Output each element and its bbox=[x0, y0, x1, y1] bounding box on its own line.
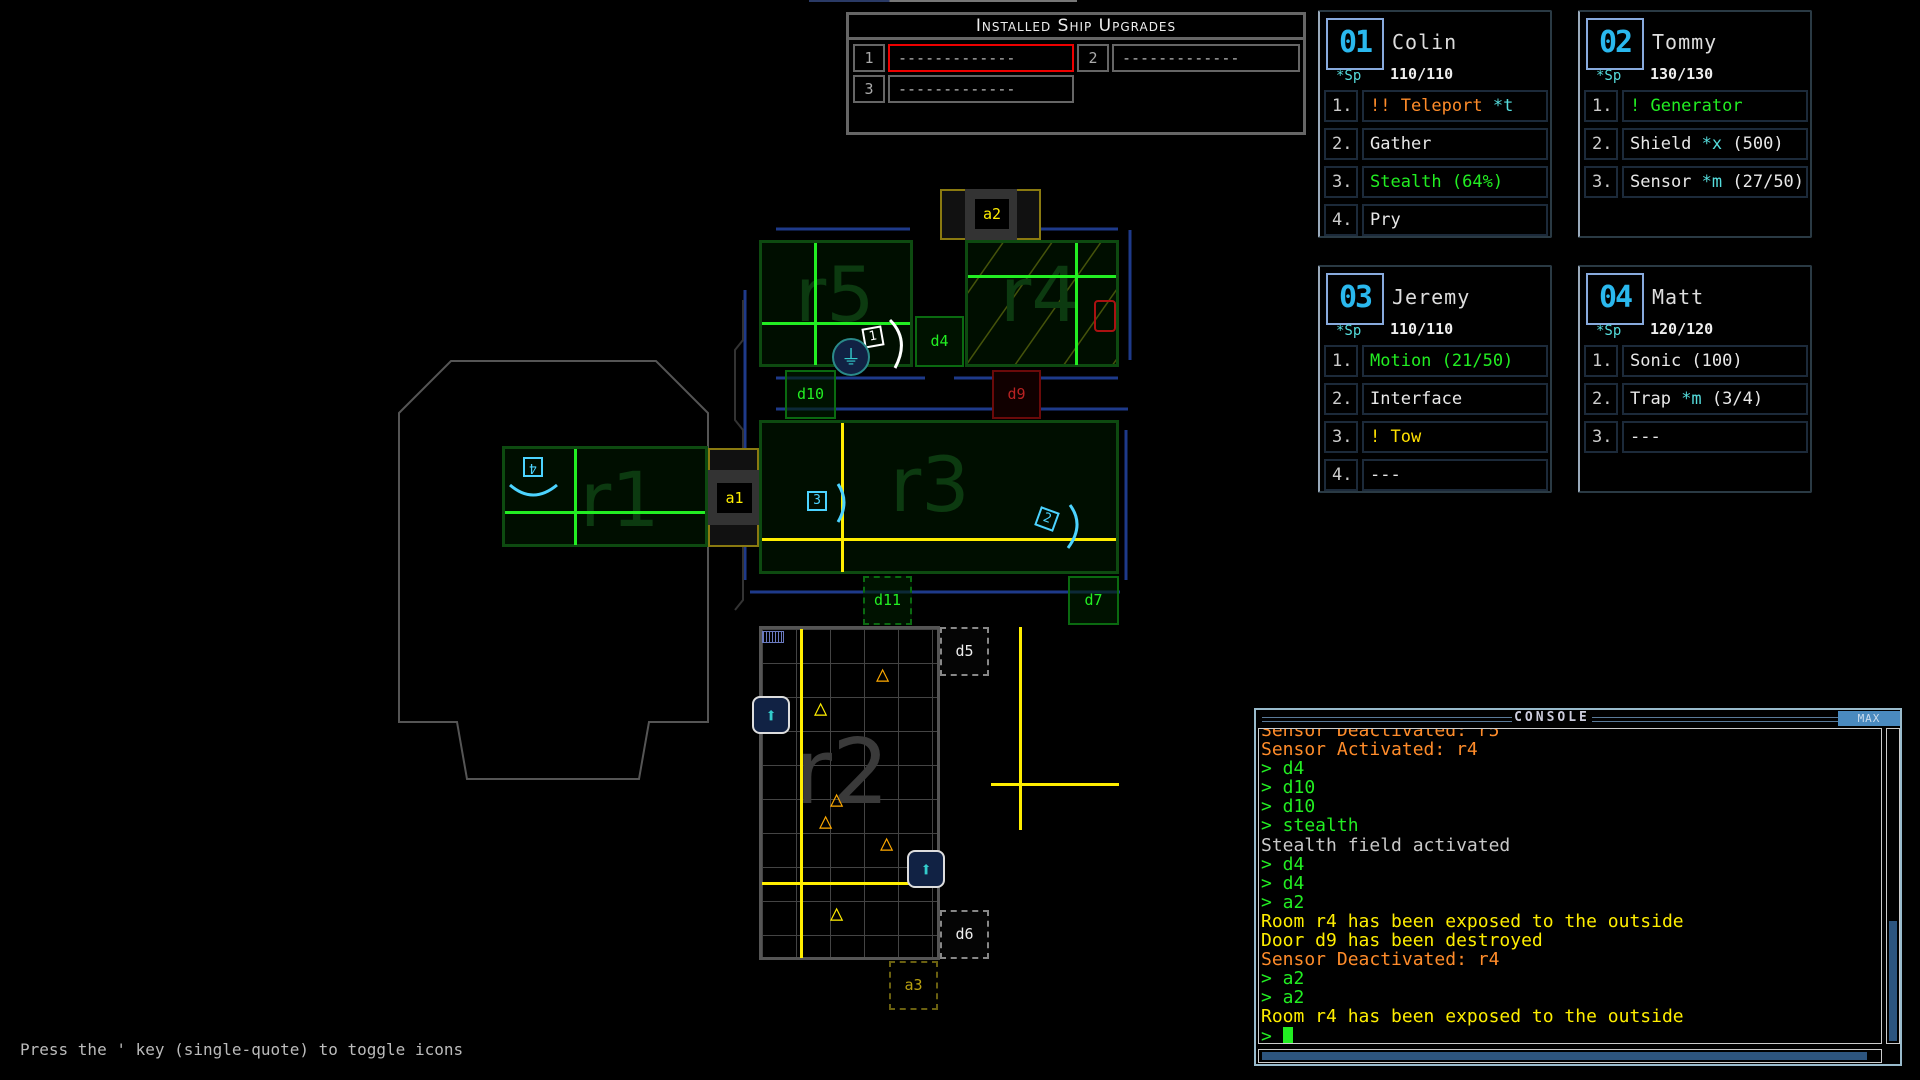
console-prompt[interactable]: > bbox=[1261, 1025, 1879, 1044]
interface-terminal-icon[interactable]: ⬆ bbox=[907, 850, 945, 888]
hazard-triangle-icon: △ bbox=[876, 662, 890, 687]
console-line: > d10 bbox=[1261, 777, 1316, 799]
input-bar-fill bbox=[1262, 1052, 1867, 1060]
generator-plug-icon[interactable]: ⏚ bbox=[832, 338, 870, 376]
hazard-triangle-icon: △ bbox=[819, 809, 833, 834]
enemy-icon[interactable] bbox=[1094, 300, 1116, 332]
console-line: > d4 bbox=[1261, 872, 1305, 894]
console-output: Sensor Deactivated: r5 Sensor Activated: … bbox=[1258, 728, 1882, 1044]
console-input-bar[interactable] bbox=[1258, 1049, 1882, 1063]
hazard-triangle-icon: △ bbox=[880, 831, 894, 856]
console-line: Door d9 has been destroyed bbox=[1261, 930, 1543, 952]
hazard-triangle-icon: △ bbox=[830, 901, 844, 926]
console-line: > a2 bbox=[1261, 968, 1305, 990]
console-panel: CONSOLE MAX Sensor Deactivated: r5 Sensor… bbox=[1254, 708, 1902, 1066]
prompt-symbol: > bbox=[1261, 1025, 1272, 1044]
console-line: Sensor Deactivated: r4 bbox=[1261, 949, 1500, 971]
console-line: Room r4 has been exposed to the outside bbox=[1261, 1006, 1684, 1028]
console-line: > a2 bbox=[1261, 987, 1305, 1009]
console-line: > d4 bbox=[1261, 853, 1305, 875]
hazard-triangle-icon: △ bbox=[830, 787, 844, 812]
interface-terminal-icon[interactable]: ⬆ bbox=[752, 696, 790, 734]
vent-icon bbox=[762, 631, 784, 643]
console-line: > d10 bbox=[1261, 796, 1316, 818]
console-title: CONSOLE bbox=[1262, 710, 1842, 725]
console-line: > a2 bbox=[1261, 891, 1305, 913]
console-line: > d4 bbox=[1261, 758, 1305, 780]
console-line: Sensor Activated: r4 bbox=[1261, 739, 1478, 761]
toggle-icons-hint: Press the ' key (single-quote) to toggle… bbox=[20, 1040, 464, 1059]
console-line: Stealth field activated bbox=[1261, 834, 1511, 856]
console-line: > stealth bbox=[1261, 815, 1359, 837]
text-cursor bbox=[1282, 1026, 1293, 1043]
scrollbar-thumb[interactable] bbox=[1889, 921, 1897, 1041]
console-scrollbar[interactable] bbox=[1886, 728, 1900, 1044]
console-line: Room r4 has been exposed to the outside bbox=[1261, 910, 1684, 932]
maximize-button[interactable]: MAX bbox=[1838, 711, 1900, 726]
hazard-triangle-icon: △ bbox=[814, 696, 828, 721]
